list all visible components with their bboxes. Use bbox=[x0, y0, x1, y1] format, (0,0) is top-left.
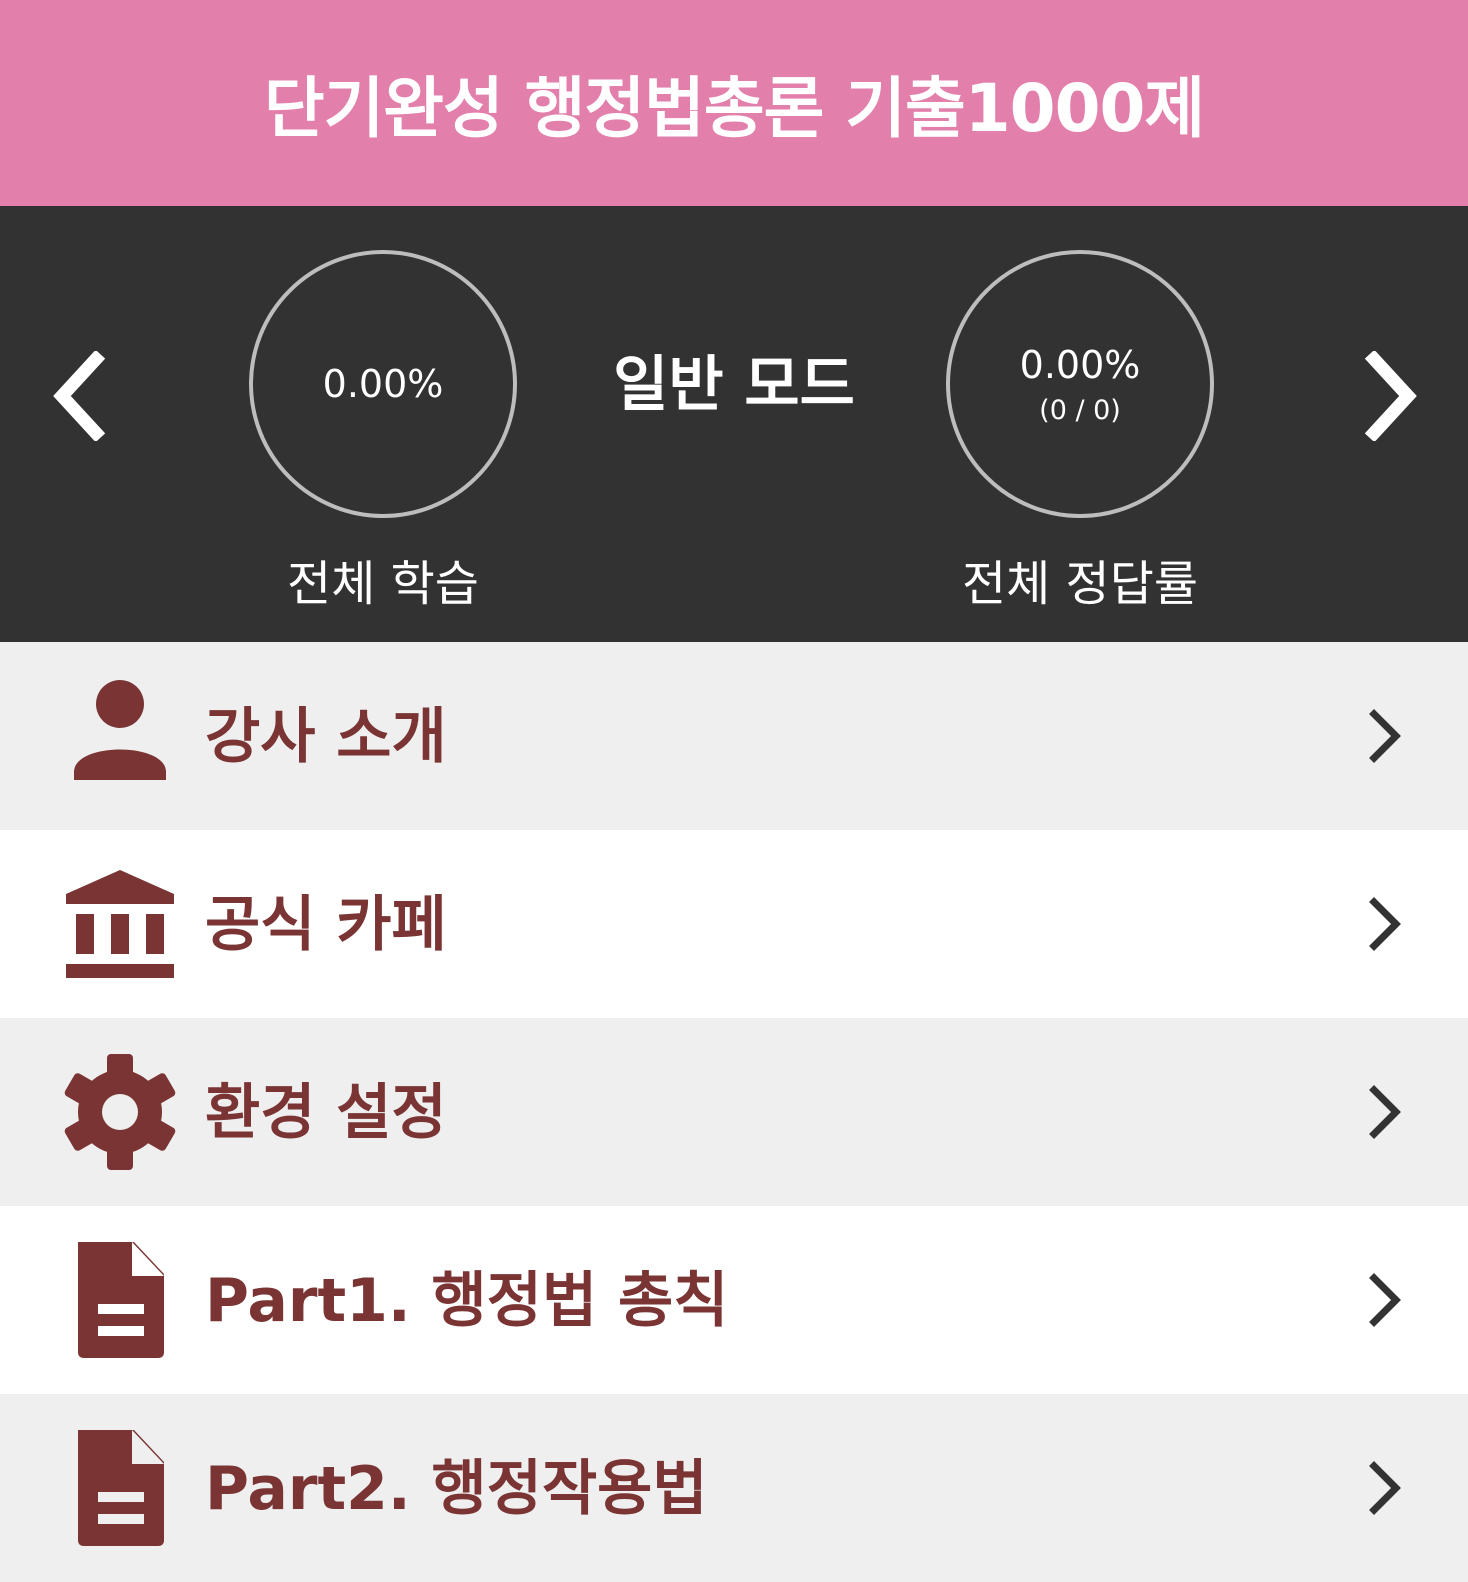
menu-item-label: Part2. 행정작용법 bbox=[205, 1454, 708, 1524]
accuracy-circle: 0.00% (0 / 0) bbox=[946, 250, 1214, 518]
mode-title: 일반 모드 bbox=[613, 350, 855, 420]
accuracy-label: 전체 정답률 bbox=[961, 556, 1199, 612]
chevron-right-icon bbox=[1364, 351, 1417, 441]
stats-panel: 0.00% 일반 모드 0.00% (0 / 0) 전체 학습 전체 정답률 bbox=[0, 206, 1468, 642]
chevron-left-icon bbox=[53, 351, 106, 441]
bank-icon bbox=[60, 864, 180, 984]
menu-item-instructor[interactable]: 강사 소개 bbox=[0, 642, 1468, 830]
app-header: 단기완성 행정법총론 기출1000제 bbox=[0, 0, 1468, 206]
chevron-right-icon bbox=[1360, 1082, 1410, 1142]
study-progress-value: 0.00% bbox=[322, 362, 444, 406]
menu-item-part1[interactable]: Part1. 행정법 총칙 bbox=[0, 1206, 1468, 1394]
chevron-right-icon bbox=[1360, 1458, 1410, 1518]
document-icon bbox=[60, 1240, 180, 1360]
menu-item-part2[interactable]: Part2. 행정작용법 bbox=[0, 1394, 1468, 1582]
menu-item-label: Part1. 행정법 총칙 bbox=[205, 1266, 729, 1336]
gear-icon bbox=[60, 1052, 180, 1172]
next-mode-button[interactable] bbox=[1350, 336, 1430, 456]
study-progress-circle: 0.00% bbox=[249, 250, 517, 518]
prev-mode-button[interactable] bbox=[40, 336, 120, 456]
chevron-right-icon bbox=[1360, 1270, 1410, 1330]
accuracy-value: 0.00% bbox=[1019, 342, 1141, 387]
menu-item-cafe[interactable]: 공식 카페 bbox=[0, 830, 1468, 1018]
chevron-right-icon bbox=[1360, 894, 1410, 954]
chevron-right-icon bbox=[1360, 706, 1410, 766]
menu-item-label: 강사 소개 bbox=[205, 702, 447, 772]
menu-item-label: 공식 카페 bbox=[205, 890, 447, 960]
document-icon bbox=[60, 1428, 180, 1548]
app-title: 단기완성 행정법총론 기출1000제 bbox=[263, 70, 1205, 147]
person-icon bbox=[60, 676, 180, 796]
accuracy-count: (0 / 0) bbox=[1039, 394, 1121, 426]
main-menu: 강사 소개 공식 카페 환경 설정 Part1. 행정법 총칙 Part2. 행… bbox=[0, 642, 1468, 1582]
menu-item-label: 환경 설정 bbox=[205, 1078, 447, 1148]
menu-item-settings[interactable]: 환경 설정 bbox=[0, 1018, 1468, 1206]
study-label: 전체 학습 bbox=[287, 556, 479, 612]
